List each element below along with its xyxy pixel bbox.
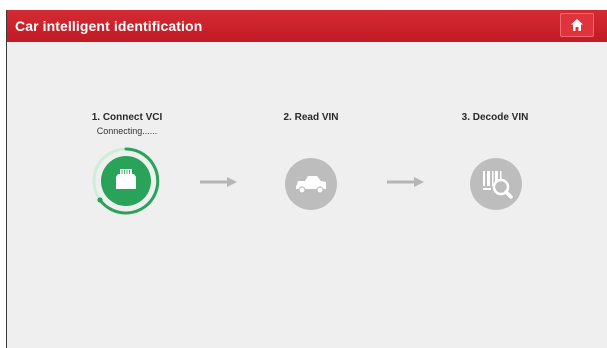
arrow-right-icon	[200, 177, 237, 187]
step-decode-vin-label: 3. Decode VIN	[461, 112, 529, 123]
step-read-vin-label: 2. Read VIN	[283, 112, 339, 123]
car-icon	[285, 158, 337, 210]
title-bar: Car intelligent identification	[7, 10, 607, 42]
barcode-search-icon	[470, 158, 522, 210]
step-connect-vci-label: 1. Connect VCI	[91, 112, 163, 123]
step-connect-vci-status: Connecting......	[96, 126, 158, 136]
page-title: Car intelligent identification	[15, 18, 203, 34]
arrow-right-icon	[387, 177, 424, 187]
home-icon	[571, 19, 583, 31]
home-button[interactable]	[560, 13, 594, 37]
vci-connector-icon	[92, 147, 160, 215]
app-window: Car intelligent identification 1. Connec…	[6, 10, 607, 348]
